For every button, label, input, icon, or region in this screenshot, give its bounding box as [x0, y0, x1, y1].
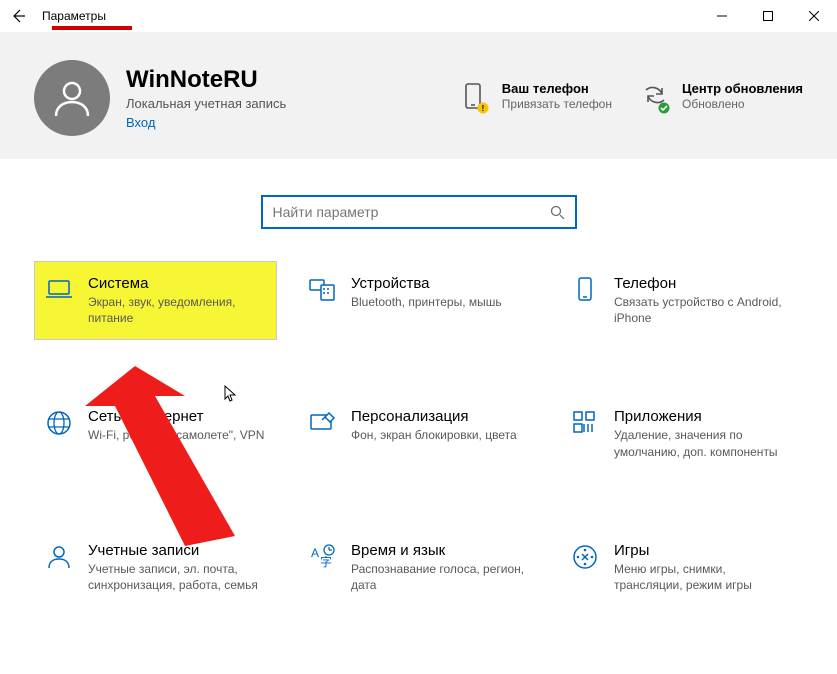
minimize-button[interactable]	[699, 0, 745, 32]
tile-accounts-text: Учетные записи Учетные записи, эл. почта…	[88, 542, 267, 593]
svg-text:!: !	[481, 104, 484, 113]
tile-system-text: Система Экран, звук, уведомления, питани…	[88, 275, 267, 326]
phone-icon: !	[458, 81, 492, 115]
tile-accounts[interactable]: Учетные записи Учетные записи, эл. почта…	[34, 528, 277, 607]
tile-phone-sub: Связать устройство с Android, iPhone	[614, 294, 793, 326]
avatar	[34, 60, 110, 136]
laptop-icon	[44, 275, 74, 305]
games-icon	[570, 542, 600, 572]
signin-link[interactable]: Вход	[126, 115, 286, 130]
status-update[interactable]: Центр обновления Обновлено	[638, 81, 803, 115]
window-controls	[699, 0, 837, 32]
tile-network-text: Сеть и Интернет Wi-Fi, режим "в самолете…	[88, 408, 264, 443]
tile-network-sub: Wi-Fi, режим "в самолете", VPN	[88, 427, 264, 443]
tile-network[interactable]: Сеть и Интернет Wi-Fi, режим "в самолете…	[34, 394, 277, 473]
tile-system-title: Система	[88, 275, 267, 292]
tile-system[interactable]: Система Экран, звук, уведомления, питани…	[34, 261, 277, 340]
status-phone-sub: Привязать телефон	[502, 97, 612, 111]
status-phone-text: Ваш телефон Привязать телефон	[502, 81, 612, 111]
tile-apps-text: Приложения Удаление, значения по умолчан…	[614, 408, 793, 459]
person-icon	[44, 542, 74, 572]
tiles-grid: Система Экран, звук, уведомления, питани…	[0, 261, 837, 607]
devices-icon	[307, 275, 337, 305]
maximize-button[interactable]	[745, 0, 791, 32]
account-text: WinNoteRU Локальная учетная запись Вход	[126, 66, 286, 131]
header: WinNoteRU Локальная учетная запись Вход …	[0, 32, 837, 159]
status-update-text: Центр обновления Обновлено	[682, 81, 803, 111]
title-underline-annotation	[52, 26, 132, 30]
tile-personalization-title: Персонализация	[351, 408, 517, 425]
status-phone[interactable]: ! Ваш телефон Привязать телефон	[458, 81, 612, 115]
tile-personalization-sub: Фон, экран блокировки, цвета	[351, 427, 517, 443]
account-block: WinNoteRU Локальная учетная запись Вход	[34, 60, 286, 136]
tile-time-sub: Распознавание голоса, регион, дата	[351, 561, 530, 593]
tile-system-sub: Экран, звук, уведомления, питание	[88, 294, 267, 326]
tile-devices-title: Устройства	[351, 275, 502, 292]
smartphone-icon	[570, 275, 600, 305]
globe-icon	[44, 408, 74, 438]
update-icon	[638, 81, 672, 115]
status-update-sub: Обновлено	[682, 97, 803, 111]
status-update-title: Центр обновления	[682, 81, 803, 96]
tile-personalization[interactable]: Персонализация Фон, экран блокировки, цв…	[297, 394, 540, 473]
tile-apps-title: Приложения	[614, 408, 793, 425]
window-title: Параметры	[42, 9, 106, 23]
tile-games-text: Игры Меню игры, снимки, трансляции, режи…	[614, 542, 793, 593]
tile-devices[interactable]: Устройства Bluetooth, принтеры, мышь	[297, 261, 540, 340]
tile-network-title: Сеть и Интернет	[88, 408, 264, 425]
tile-apps-sub: Удаление, значения по умолчанию, доп. ко…	[614, 427, 793, 459]
tile-accounts-title: Учетные записи	[88, 542, 267, 559]
account-subtitle: Локальная учетная запись	[126, 96, 286, 111]
tile-phone[interactable]: Телефон Связать устройство с Android, iP…	[560, 261, 803, 340]
svg-text:A: A	[311, 546, 319, 560]
close-button[interactable]	[791, 0, 837, 32]
tile-games[interactable]: Игры Меню игры, снимки, трансляции, режи…	[560, 528, 803, 607]
tile-time-title: Время и язык	[351, 542, 530, 559]
search-box[interactable]	[261, 195, 577, 229]
search-icon	[549, 203, 567, 221]
paint-icon	[307, 408, 337, 438]
tile-apps[interactable]: Приложения Удаление, значения по умолчан…	[560, 394, 803, 473]
tile-games-title: Игры	[614, 542, 793, 559]
status-blocks: ! Ваш телефон Привязать телефон Центр об…	[458, 81, 803, 115]
tile-time[interactable]: A字 Время и язык Распознавание голоса, ре…	[297, 528, 540, 607]
apps-icon	[570, 408, 600, 438]
account-name: WinNoteRU	[126, 66, 286, 95]
tile-accounts-sub: Учетные записи, эл. почта, синхронизация…	[88, 561, 267, 593]
search-row	[0, 159, 837, 261]
svg-text:字: 字	[320, 554, 332, 569]
tile-phone-title: Телефон	[614, 275, 793, 292]
status-phone-title: Ваш телефон	[502, 81, 612, 96]
time-language-icon: A字	[307, 542, 337, 572]
tile-phone-text: Телефон Связать устройство с Android, iP…	[614, 275, 793, 326]
tile-games-sub: Меню игры, снимки, трансляции, режим игр…	[614, 561, 793, 593]
tile-time-text: Время и язык Распознавание голоса, регио…	[351, 542, 530, 593]
tile-devices-text: Устройства Bluetooth, принтеры, мышь	[351, 275, 502, 310]
search-input[interactable]	[273, 204, 549, 220]
back-button[interactable]	[4, 2, 32, 30]
tile-devices-sub: Bluetooth, принтеры, мышь	[351, 294, 502, 310]
tile-personalization-text: Персонализация Фон, экран блокировки, цв…	[351, 408, 517, 443]
